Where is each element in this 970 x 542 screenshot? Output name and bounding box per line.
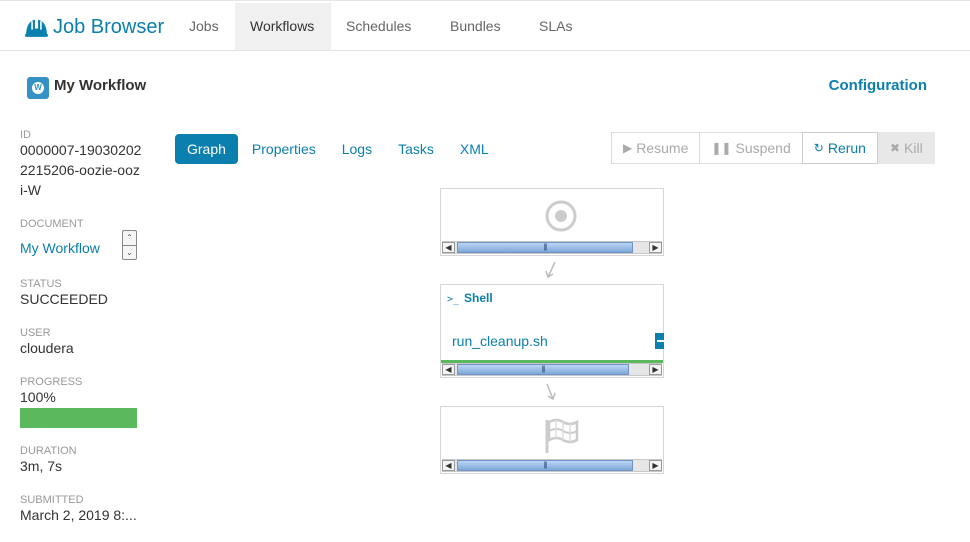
scroll-thumb[interactable]: ||| xyxy=(457,460,633,471)
workflow-icon-letter: W xyxy=(32,82,44,94)
tab-logs[interactable]: Logs xyxy=(330,134,384,164)
chevron-up-icon[interactable]: ⌃ xyxy=(123,231,136,245)
finish-flag-icon xyxy=(545,418,579,453)
flow-arrow-icon xyxy=(546,383,556,401)
progress-value: 100% xyxy=(20,389,56,405)
kill-button[interactable]: ✖ Kill xyxy=(877,132,935,164)
end-node[interactable]: ◀ ||| ▶ xyxy=(440,406,664,474)
document-label: DOCUMENT xyxy=(20,218,84,230)
suspend-label: Suspend xyxy=(735,140,791,156)
top-bar: Job Browser Jobs Workflows Schedules Bun… xyxy=(0,0,970,51)
status-label: STATUS xyxy=(20,278,62,290)
main-nav: Jobs Workflows Schedules Bundles SLAs xyxy=(174,3,589,50)
shell-node-header: >_ Shell xyxy=(447,291,493,305)
workflow-tabs: Graph Properties Logs Tasks XML xyxy=(175,134,503,164)
play-icon: ▶ xyxy=(623,141,633,155)
nav-slas[interactable]: SLAs xyxy=(524,3,589,50)
user-label: USER xyxy=(20,327,51,339)
end-node-scrollbar[interactable]: ◀ ||| ▶ xyxy=(442,459,662,472)
app-logo[interactable]: Job Browser xyxy=(24,15,164,40)
tab-xml[interactable]: XML xyxy=(448,134,501,164)
configuration-link[interactable]: Configuration xyxy=(829,77,927,94)
flow-arrow-icon xyxy=(545,261,556,279)
kill-label: Kill xyxy=(904,140,923,156)
target-icon xyxy=(545,200,577,232)
submitted-value: March 2, 2019 8:... xyxy=(20,507,137,523)
scroll-thumb[interactable]: ||| xyxy=(457,364,629,375)
nav-bundles[interactable]: Bundles xyxy=(435,3,524,50)
shell-node-type: Shell xyxy=(464,291,493,305)
resume-label: Resume xyxy=(636,140,689,156)
nav-schedules[interactable]: Schedules xyxy=(331,3,435,50)
status-value: SUCCEEDED xyxy=(20,291,108,307)
tab-tasks[interactable]: Tasks xyxy=(386,134,446,164)
chevron-down-icon[interactable]: ⌄ xyxy=(123,245,136,259)
shell-node-scrollbar[interactable]: ◀ ||| ▶ xyxy=(442,363,662,376)
scroll-left-icon[interactable]: ◀ xyxy=(442,460,455,471)
close-icon: ✖ xyxy=(889,141,901,155)
duration-label: DURATION xyxy=(20,445,77,457)
scroll-thumb[interactable]: ||| xyxy=(457,242,633,253)
tab-graph[interactable]: Graph xyxy=(175,134,238,164)
start-node[interactable]: ◀ ||| ▶ xyxy=(440,188,664,256)
user-value: cloudera xyxy=(20,340,74,356)
rerun-label: Rerun xyxy=(827,140,866,156)
suspend-button[interactable]: ❚❚ Suspend xyxy=(699,132,803,164)
resume-button[interactable]: ▶ Resume xyxy=(611,132,701,164)
workflow-actions: ▶ Resume ❚❚ Suspend ↻ Rerun ✖ Kill xyxy=(611,132,935,164)
page-title: My Workflow xyxy=(54,77,147,94)
nav-workflows[interactable]: Workflows xyxy=(235,3,331,50)
progress-label: PROGRESS xyxy=(20,376,83,388)
id-value: 0000007-190302022215206-oozie-oozi-W xyxy=(20,142,142,198)
duration-value: 3m, 7s xyxy=(20,458,63,474)
tab-properties[interactable]: Properties xyxy=(240,134,328,164)
scroll-right-icon[interactable]: ▶ xyxy=(649,242,662,253)
scroll-right-icon[interactable]: ▶ xyxy=(649,460,662,471)
scroll-left-icon[interactable]: ◀ xyxy=(442,242,455,253)
submitted-label: SUBMITTED xyxy=(20,494,84,506)
document-link[interactable]: My Workflow xyxy=(20,240,100,256)
progress-fill xyxy=(20,408,137,428)
start-node-scrollbar[interactable]: ◀ ||| ▶ xyxy=(442,241,662,254)
rerun-button[interactable]: ↻ Rerun xyxy=(801,132,878,164)
progress-bar xyxy=(20,408,137,428)
pause-icon: ❚❚ xyxy=(711,141,732,155)
scroll-left-icon[interactable]: ◀ xyxy=(442,364,455,375)
scroll-right-icon[interactable]: ▶ xyxy=(649,364,662,375)
refresh-icon: ↻ xyxy=(813,141,824,155)
terminal-icon: >_ xyxy=(447,294,460,305)
shell-script-link[interactable]: run_cleanup.sh xyxy=(452,333,548,349)
workflow-icon: W xyxy=(27,77,49,99)
shell-action-node[interactable]: >_ Shell run_cleanup.sh ◀ ||| ▶ xyxy=(440,284,664,378)
document-stepper[interactable]: ⌃ ⌄ xyxy=(122,230,137,260)
hard-hat-icon xyxy=(25,18,48,37)
node-menu-icon[interactable] xyxy=(655,333,664,349)
nav-jobs[interactable]: Jobs xyxy=(174,3,235,50)
app-title: Job Browser xyxy=(53,16,165,38)
